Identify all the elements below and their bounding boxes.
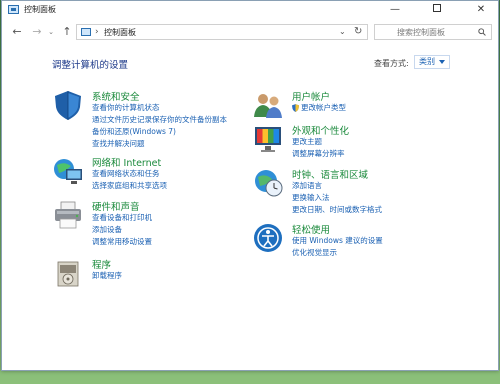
link-homegroup-sharing[interactable]: 选择家庭组和共享选项 (92, 180, 167, 191)
users-icon (254, 94, 282, 118)
control-panel-icon (8, 5, 19, 14)
link-mobility-settings[interactable]: 调整常用移动设置 (92, 236, 152, 247)
link-devices-printers[interactable]: 查看设备和打印机 (92, 212, 152, 223)
link-add-language[interactable]: 添加语言 (292, 180, 322, 191)
category-user-accounts: 用户帐户 更改帐户类型 (252, 89, 452, 118)
page-title: 调整计算机的设置 (52, 60, 129, 71)
address-dropdown-button[interactable]: ⌄ (339, 27, 346, 36)
link-windows-recommended-settings[interactable]: 使用 Windows 建议的设置 (292, 235, 383, 246)
category-appearance: 外观和个性化 更改主题 调整屏幕分辨率 (252, 123, 452, 163)
chevron-down-icon (439, 60, 445, 64)
maximize-icon (433, 4, 441, 12)
printer-icon (55, 201, 81, 229)
uac-shield-icon (292, 103, 299, 112)
link-network-status[interactable]: 查看网络状态和任务 (92, 168, 160, 179)
breadcrumb-separator: › (95, 27, 99, 37)
search-box[interactable] (374, 24, 492, 40)
view-by-value: 类别 (419, 57, 435, 66)
navigation-bar: ← → ⌄ ↑ › 控制面板 ⌄ ↻ (2, 21, 498, 43)
network-icon (54, 159, 82, 184)
control-panel-icon (81, 28, 91, 36)
category-programs: 程序 卸载程序 (52, 257, 262, 291)
programs-icon (57, 261, 79, 287)
title-bar: 控制面板 — ✕ (2, 1, 498, 19)
category-title-programs[interactable]: 程序 (92, 257, 111, 271)
up-button[interactable]: ↑ (60, 24, 74, 40)
category-clock-language-region: 时钟、语言和区域 添加语言 更换输入法 更改日期、时间或数字格式 (252, 167, 452, 219)
ease-of-access-icon (254, 224, 282, 252)
link-date-time-format[interactable]: 更改日期、时间或数字格式 (292, 204, 382, 215)
window-title: 控制面板 (24, 5, 56, 14)
category-system-security: 系统和安全 查看你的计算机状态 通过文件历史记录保存你的文件备份副本 备份和还原… (52, 89, 262, 151)
search-input[interactable] (375, 25, 475, 39)
forward-button[interactable]: → (30, 24, 44, 40)
link-change-account-type-label: 更改帐户类型 (301, 103, 346, 112)
category-title-ease-of-access[interactable]: 轻松使用 (292, 222, 330, 236)
link-view-computer-status[interactable]: 查看你的计算机状态 (92, 102, 160, 113)
link-troubleshoot[interactable]: 查找并解决问题 (92, 138, 145, 149)
search-icon[interactable] (478, 28, 486, 36)
link-add-device[interactable]: 添加设备 (92, 224, 122, 235)
link-uninstall-program[interactable]: 卸载程序 (92, 270, 122, 281)
view-by-select[interactable]: 类别 (414, 55, 450, 69)
shield-icon (55, 91, 81, 120)
category-hardware-sound: 硬件和声音 查看设备和打印机 添加设备 调整常用移动设置 (52, 199, 262, 251)
globe-clock-icon (255, 170, 283, 197)
link-change-theme[interactable]: 更改主题 (292, 136, 322, 147)
breadcrumb-control-panel[interactable]: 控制面板 (104, 27, 136, 38)
category-network-internet: 网络和 Internet 查看网络状态和任务 选择家庭组和共享选项 (52, 155, 262, 195)
recent-locations-button[interactable]: ⌄ (46, 24, 56, 40)
link-change-input-method[interactable]: 更换输入法 (292, 192, 330, 203)
control-panel-window: 控制面板 — ✕ ← → ⌄ ↑ › 控制面板 ⌄ ↻ 调整计算机的设置 查看方… (1, 0, 499, 371)
appearance-icon (255, 127, 281, 152)
category-title-network[interactable]: 网络和 Internet (92, 155, 161, 169)
link-change-account-type[interactable]: 更改帐户类型 (292, 102, 346, 113)
back-button[interactable]: ← (10, 24, 24, 40)
category-title-clock-region[interactable]: 时钟、语言和区域 (292, 167, 368, 181)
category-ease-of-access: 轻松使用 使用 Windows 建议的设置 优化视觉显示 (252, 222, 452, 262)
maximize-button[interactable] (422, 1, 452, 19)
close-button[interactable]: ✕ (466, 1, 496, 19)
minimize-button[interactable]: — (380, 1, 410, 19)
address-bar[interactable]: › 控制面板 ⌄ ↻ (76, 24, 368, 40)
category-title-system-security[interactable]: 系统和安全 (92, 89, 140, 103)
link-backup-restore[interactable]: 备份和还原(Windows 7) (92, 126, 176, 137)
category-title-hardware[interactable]: 硬件和声音 (92, 199, 140, 213)
category-title-appearance[interactable]: 外观和个性化 (292, 123, 349, 137)
link-file-history-backup[interactable]: 通过文件历史记录保存你的文件备份副本 (92, 114, 227, 125)
refresh-button[interactable]: ↻ (354, 26, 362, 37)
link-optimize-visual-display[interactable]: 优化视觉显示 (292, 247, 337, 258)
category-title-user-accounts[interactable]: 用户帐户 (292, 89, 330, 103)
link-screen-resolution[interactable]: 调整屏幕分辨率 (292, 148, 345, 159)
view-by-label: 查看方式: (374, 59, 409, 68)
